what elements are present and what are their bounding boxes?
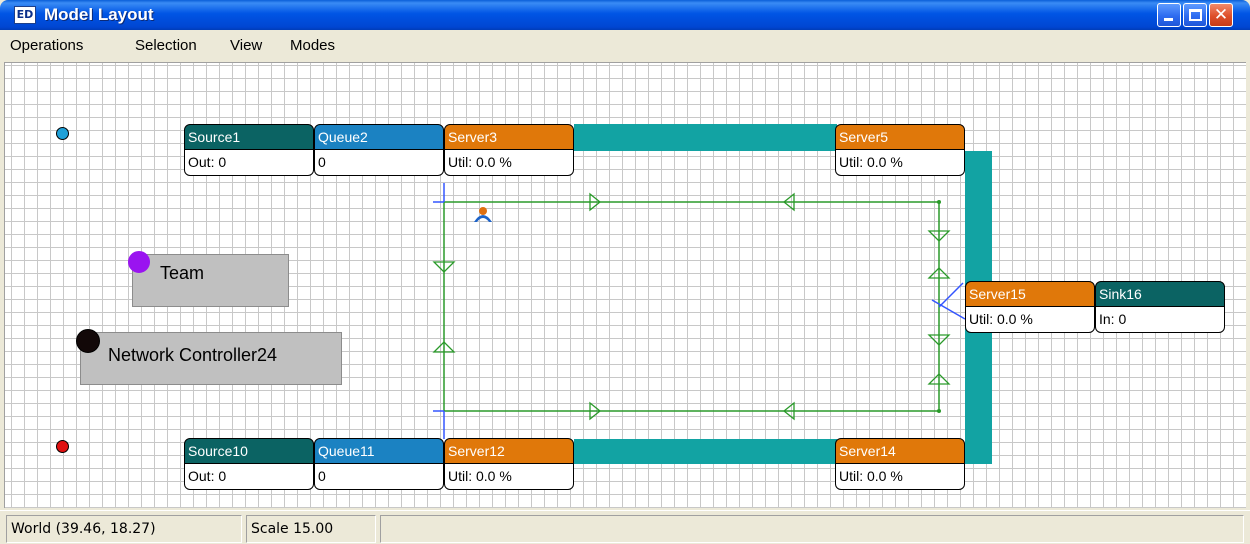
- network-controller-box[interactable]: Network Controller24: [80, 332, 342, 385]
- menu-bar: Operations Selection View Modes: [4, 30, 1246, 60]
- path-nodes[interactable]: [433, 183, 966, 439]
- conveyor-bottom[interactable]: [574, 439, 837, 464]
- server3-stat: Util: 0.0 %: [444, 149, 574, 176]
- menu-operations[interactable]: Operations: [10, 37, 83, 54]
- queue11-block[interactable]: Queue11 0: [314, 438, 444, 490]
- source10-block[interactable]: Source10 Out: 0: [184, 438, 314, 490]
- queue11-title: Queue11: [314, 438, 444, 464]
- window-title: Model Layout: [44, 5, 154, 24]
- worker-icon[interactable]: [474, 207, 492, 222]
- menu-modes[interactable]: Modes: [290, 37, 335, 54]
- status-bar: World (39.46, 18.27) Scale 15.00: [0, 510, 1250, 544]
- server15-title: Server15: [965, 281, 1095, 307]
- server3-title: Server3: [444, 124, 574, 150]
- network-controller-icon[interactable]: [76, 329, 100, 353]
- minimize-icon: [1164, 18, 1173, 21]
- source1-block[interactable]: Source1 Out: 0: [184, 124, 314, 176]
- close-button[interactable]: ✕: [1209, 3, 1233, 27]
- queue2-stat: 0: [314, 149, 444, 176]
- server12-stat: Util: 0.0 %: [444, 463, 574, 490]
- server3-block[interactable]: Server3 Util: 0.0 %: [444, 124, 574, 176]
- server14-title: Server14: [835, 438, 965, 464]
- menu-selection[interactable]: Selection: [135, 37, 197, 54]
- source10-stat: Out: 0: [184, 463, 314, 490]
- maximize-button[interactable]: [1183, 3, 1207, 27]
- queue2-block[interactable]: Queue2 0: [314, 124, 444, 176]
- server5-block[interactable]: Server5 Util: 0.0 %: [835, 124, 965, 176]
- model-canvas[interactable]: Team Network Controller24 Source1 Out: 0…: [4, 62, 1246, 508]
- menu-view[interactable]: View: [230, 37, 262, 54]
- sink16-block[interactable]: Sink16 In: 0: [1095, 281, 1225, 333]
- queue2-title: Queue2: [314, 124, 444, 150]
- queue11-stat: 0: [314, 463, 444, 490]
- server12-block[interactable]: Server12 Util: 0.0 %: [444, 438, 574, 490]
- network-controller-label: Network Controller24: [108, 345, 278, 365]
- path-direction-arrows: [432, 192, 951, 421]
- minimize-button[interactable]: [1157, 3, 1181, 27]
- server5-stat: Util: 0.0 %: [835, 149, 965, 176]
- server14-stat: Util: 0.0 %: [835, 463, 965, 490]
- server15-stat: Util: 0.0 %: [965, 306, 1095, 333]
- source-node-dot-red[interactable]: [56, 440, 69, 453]
- sink16-stat: In: 0: [1095, 306, 1225, 333]
- team-icon[interactable]: [128, 251, 150, 273]
- server12-title: Server12: [444, 438, 574, 464]
- scale-readout: Scale 15.00: [246, 515, 376, 543]
- server15-block[interactable]: Server15 Util: 0.0 %: [965, 281, 1095, 333]
- team-box[interactable]: Team: [132, 254, 289, 307]
- model-layout-window: ED Model Layout ✕ Operations Selection V…: [0, 0, 1250, 544]
- source1-stat: Out: 0: [184, 149, 314, 176]
- server14-block[interactable]: Server14 Util: 0.0 %: [835, 438, 965, 490]
- source1-title: Source1: [184, 124, 314, 150]
- server5-title: Server5: [835, 124, 965, 150]
- sink16-title: Sink16: [1095, 281, 1225, 307]
- path-network[interactable]: [443, 201, 940, 412]
- source-node-dot[interactable]: [56, 127, 69, 140]
- status-message: [380, 515, 1244, 543]
- close-icon: ✕: [1213, 5, 1229, 25]
- source10-title: Source10: [184, 438, 314, 464]
- team-label: Team: [160, 263, 205, 283]
- maximize-icon: [1189, 9, 1202, 21]
- conveyor-top[interactable]: [574, 124, 837, 151]
- app-icon[interactable]: ED: [14, 6, 36, 24]
- world-coordinates: World (39.46, 18.27): [6, 515, 242, 543]
- title-bar[interactable]: ED Model Layout ✕: [0, 0, 1250, 30]
